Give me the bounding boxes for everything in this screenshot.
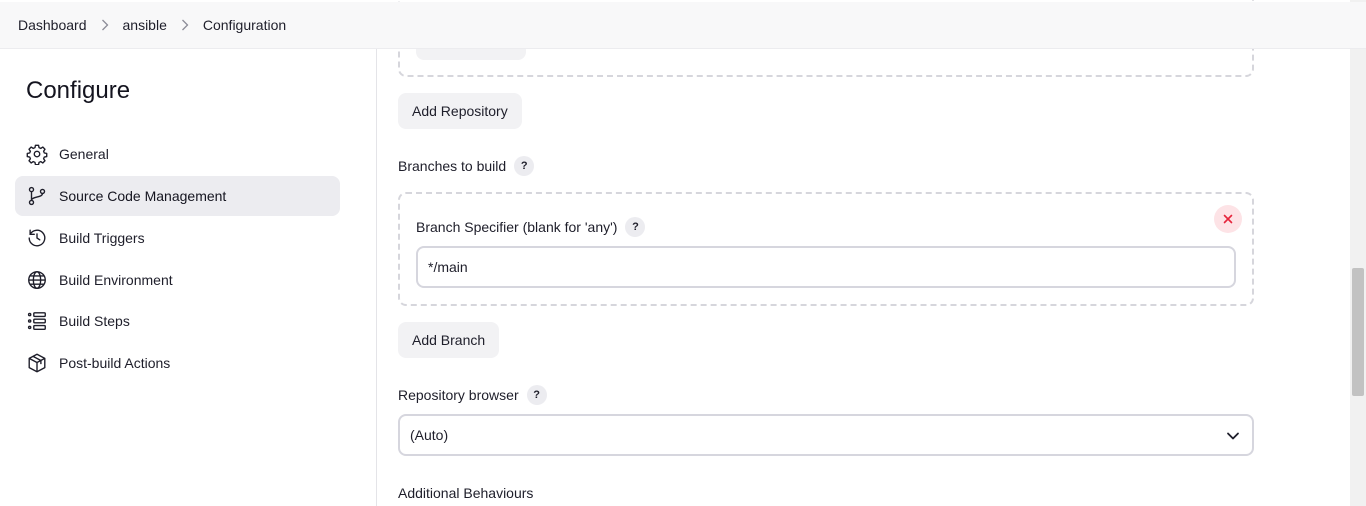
help-icon[interactable]: ? xyxy=(625,217,646,237)
sidebar-item-label: Build Steps xyxy=(59,313,130,329)
scrollbar-thumb[interactable] xyxy=(1352,268,1364,396)
sidebar-item-build-steps[interactable]: Build Steps xyxy=(15,301,340,341)
clock-icon xyxy=(26,227,48,249)
breadcrumb: Dashboard ansible Configuration xyxy=(0,2,1366,49)
repository-browser-select[interactable]: (Auto) xyxy=(398,414,1254,456)
sidebar-item-post-build-actions[interactable]: Post-build Actions xyxy=(15,343,340,383)
chevron-down-icon xyxy=(1226,429,1240,445)
remove-branch-button[interactable] xyxy=(1214,205,1242,233)
list-icon xyxy=(26,310,48,332)
help-icon[interactable]: ? xyxy=(514,156,535,176)
package-icon xyxy=(26,352,48,374)
page-scrollbar[interactable] xyxy=(1350,0,1366,506)
page-title: Configure xyxy=(26,77,131,104)
chevron-right-icon xyxy=(181,19,189,31)
sidebar-item-label: Build Environment xyxy=(59,272,173,288)
branches-to-build-text: Branches to build xyxy=(398,158,507,174)
sidebar-item-label: Post-build Actions xyxy=(59,355,171,371)
chevron-right-icon xyxy=(101,19,109,31)
branches-to-build-label: Branches to build ? xyxy=(398,156,535,176)
sidebar-item-label: Build Triggers xyxy=(59,230,145,246)
add-repository-button[interactable]: Add Repository xyxy=(398,93,522,129)
additional-behaviours-label: Additional Behaviours xyxy=(398,485,534,501)
close-icon xyxy=(1223,214,1233,224)
sidebar: Configure General Source Code Management… xyxy=(0,49,377,506)
branch-specifier-box: Branch Specifier (blank for 'any') ? */m… xyxy=(398,192,1254,306)
globe-icon xyxy=(26,269,48,291)
repository-browser-value: (Auto) xyxy=(410,427,449,443)
sidebar-item-label: Source Code Management xyxy=(59,188,227,204)
repository-browser-text: Repository browser xyxy=(398,387,519,403)
breadcrumb-configuration[interactable]: Configuration xyxy=(203,17,286,33)
branch-specifier-label: Branch Specifier (blank for 'any') ? xyxy=(416,217,646,237)
add-branch-button[interactable]: Add Branch xyxy=(398,322,500,358)
branch-icon xyxy=(26,185,48,207)
breadcrumb-ansible[interactable]: ansible xyxy=(123,17,167,33)
gear-icon xyxy=(26,143,48,165)
sidebar-item-build-environment[interactable]: Build Environment xyxy=(15,260,340,300)
help-icon[interactable]: ? xyxy=(526,385,547,405)
main-content: Add Repository Branches to build ? Branc… xyxy=(378,0,1350,506)
sidebar-item-source-code-management[interactable]: Source Code Management xyxy=(15,176,340,216)
sidebar-item-label: General xyxy=(59,146,109,162)
sidebar-item-general[interactable]: General xyxy=(15,134,340,174)
branch-specifier-text: Branch Specifier (blank for 'any') xyxy=(416,219,618,235)
branch-specifier-input[interactable]: */main xyxy=(416,246,1236,288)
breadcrumb-dashboard[interactable]: Dashboard xyxy=(18,17,87,33)
sidebar-item-build-triggers[interactable]: Build Triggers xyxy=(15,218,340,258)
repository-browser-label: Repository browser ? xyxy=(398,385,547,405)
